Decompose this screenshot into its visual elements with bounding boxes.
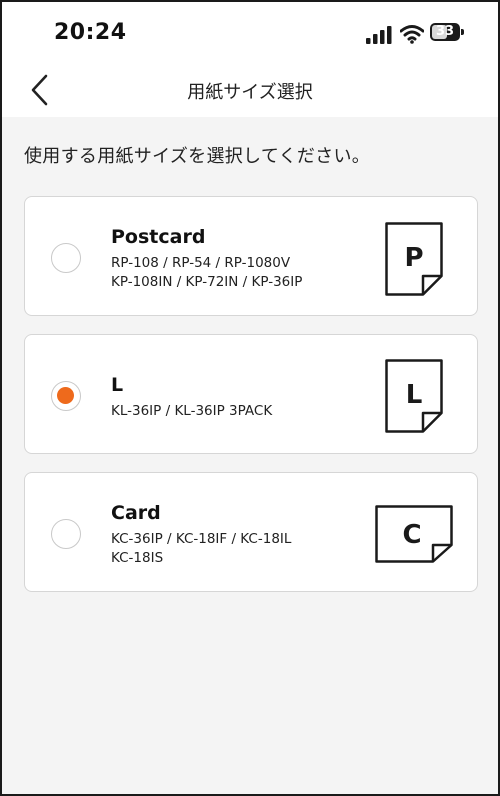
option-name: Card bbox=[111, 502, 161, 524]
instruction-text: 使用する用紙サイズを選択してください。 bbox=[24, 146, 371, 167]
option-models: KL-36IP / KL-36IP 3PACK bbox=[111, 403, 273, 419]
option-models: RP-108 / RP-54 / RP-1080V KP-108IN / KP-… bbox=[111, 255, 303, 290]
radio-card[interactable] bbox=[51, 519, 81, 549]
screen: 20:24 33 用紙サイズ選択 使用する用紙サイズを選択してください。 Pos… bbox=[0, 0, 500, 796]
page-title: 用紙サイズ選択 bbox=[187, 82, 313, 103]
option-name: L bbox=[111, 374, 124, 396]
status-bar: 20:24 33 bbox=[2, 2, 498, 64]
option-models: KC-36IP / KC-18IF / KC-18IL KC-18IS bbox=[111, 531, 292, 566]
paper-letter: C bbox=[402, 520, 421, 550]
wifi-icon bbox=[400, 25, 424, 44]
battery-level: 33 bbox=[435, 24, 455, 39]
option-card-card[interactable]: Card KC-36IP / KC-18IF / KC-18IL KC-18IS… bbox=[24, 472, 478, 592]
radio-l[interactable] bbox=[51, 381, 81, 411]
option-card-l[interactable]: L KL-36IP / KL-36IP 3PACK L bbox=[24, 334, 478, 454]
signal-icon bbox=[366, 26, 392, 44]
paper-letter: L bbox=[406, 380, 423, 410]
top-area: 20:24 33 用紙サイズ選択 bbox=[2, 2, 498, 117]
battery-icon: 33 bbox=[430, 23, 466, 43]
radio-postcard[interactable] bbox=[51, 243, 81, 273]
paper-icon: L bbox=[385, 359, 443, 433]
paper-letter: P bbox=[404, 243, 423, 273]
option-card-postcard[interactable]: Postcard RP-108 / RP-54 / RP-1080V KP-10… bbox=[24, 196, 478, 316]
paper-icon: P bbox=[385, 222, 443, 296]
status-time: 20:24 bbox=[54, 20, 127, 45]
option-name: Postcard bbox=[111, 226, 206, 248]
paper-icon: C bbox=[375, 505, 453, 563]
